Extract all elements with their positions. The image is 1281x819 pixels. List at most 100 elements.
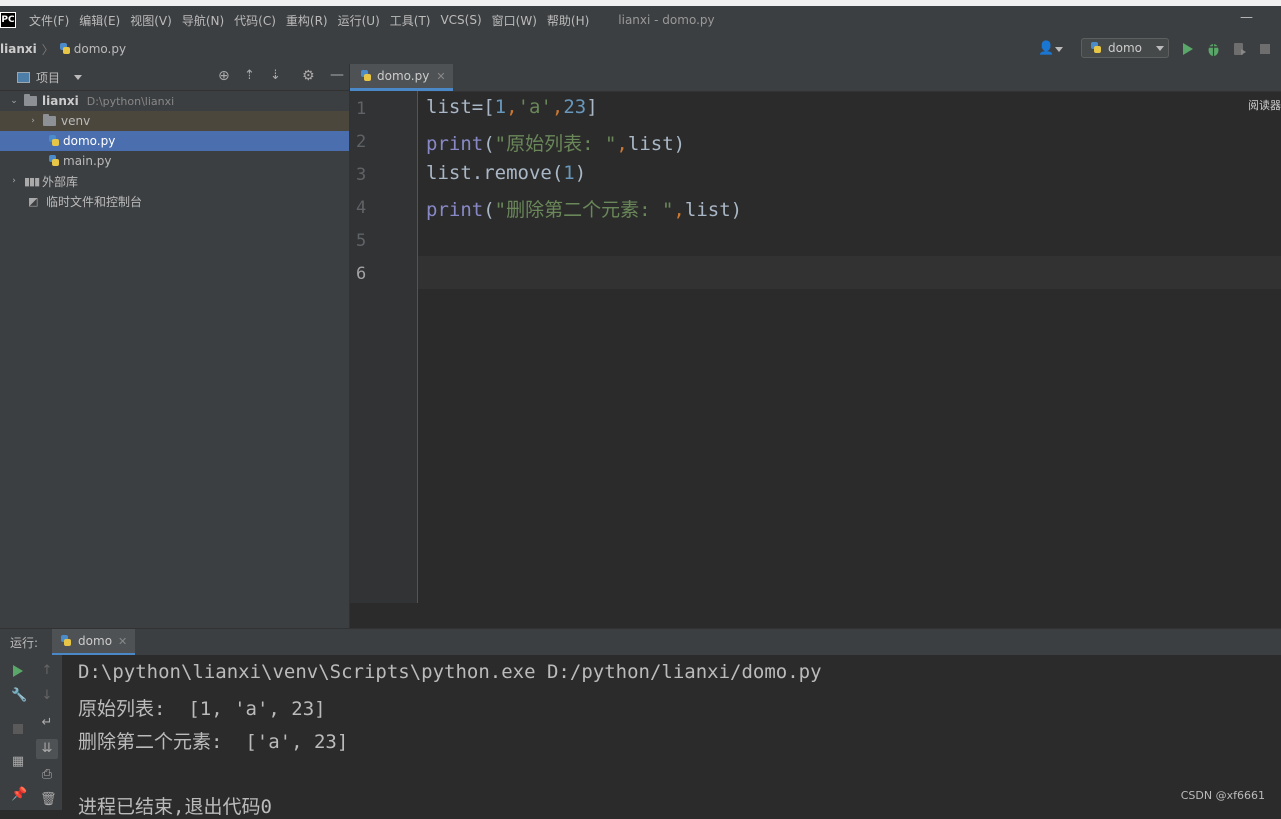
menu-window[interactable]: 窗口(W) — [487, 12, 542, 29]
project-panel-title[interactable]: 项目 — [36, 69, 60, 86]
tab-domo-py[interactable]: domo.py ✕ — [350, 64, 453, 91]
stop-icon[interactable] — [13, 724, 23, 734]
run-icon[interactable] — [1182, 42, 1194, 56]
line-number: 2 — [356, 132, 367, 152]
close-icon[interactable]: ✕ — [436, 70, 445, 83]
menu-refactor[interactable]: 重构(R) — [281, 12, 333, 29]
code-line-2[interactable]: print("原始列表: ",list) — [426, 129, 685, 156]
layout-icon[interactable]: ▦ — [11, 755, 25, 769]
minimize-icon[interactable]: — — [1240, 10, 1253, 25]
coverage-icon[interactable] — [1232, 41, 1247, 57]
code-token: 1 — [494, 96, 507, 118]
menu-edit[interactable]: 编辑(E) — [74, 12, 125, 29]
scratches-icon: ◩ — [28, 194, 39, 208]
collapse-all-icon[interactable]: ⇣ — [270, 68, 281, 83]
code-token: = — [471, 96, 484, 118]
line-number: 4 — [356, 198, 367, 218]
run-config-label: domo — [1108, 41, 1142, 55]
expand-all-icon[interactable]: ⇡ — [244, 68, 255, 83]
menu-file[interactable]: 文件(F) — [24, 12, 74, 29]
wrench-icon[interactable]: 🔧 — [11, 689, 27, 703]
run-panel-label: 运行: — [10, 636, 39, 650]
soft-wrap-icon[interactable]: ↵ — [40, 716, 54, 730]
menu-tools[interactable]: 工具(T) — [385, 12, 436, 29]
code-token: list.remove( — [426, 162, 564, 184]
python-file-icon — [60, 635, 72, 647]
stop-icon[interactable] — [1260, 44, 1270, 54]
project-view-dropdown-icon[interactable] — [74, 74, 83, 80]
code-token: "删除第二个元素: " — [494, 199, 674, 221]
project-panel-header: 项目 ⊕ ⇡ ⇣ ⚙ — — [0, 64, 349, 91]
tree-item-label: venv — [61, 114, 91, 128]
console-line: 进程已结束,退出代码0 — [78, 796, 272, 818]
line-number: 1 — [356, 99, 367, 119]
tree-item-path: D:\python\lianxi — [86, 94, 175, 108]
menu-help[interactable]: 帮助(H) — [542, 12, 594, 29]
hide-panel-icon[interactable]: — — [330, 67, 344, 83]
code-token: , — [616, 133, 628, 155]
run-config-select[interactable]: domo — [1081, 38, 1169, 58]
arrow-up-icon[interactable]: ↑ — [40, 664, 54, 678]
arrow-down-icon[interactable]: ↓ — [40, 689, 54, 703]
user-icon[interactable]: 👤 — [1038, 41, 1054, 56]
print-icon[interactable]: ⎙ — [40, 768, 54, 782]
code-token: ) — [673, 133, 686, 155]
code-line-4[interactable]: print("删除第二个元素: ",list) — [426, 195, 742, 222]
reader-mode-toggle[interactable]: 阅读器 — [1248, 97, 1281, 113]
navigation-bar: lianxi 〉 domo.py 👤 domo — [0, 34, 1281, 65]
code-line-3[interactable]: list.remove(1) — [426, 162, 586, 184]
scroll-to-end-icon[interactable]: ⇊ — [40, 742, 54, 756]
tree-item-label: domo.py — [63, 134, 116, 148]
breadcrumb-separator-icon: 〉 — [41, 42, 54, 57]
run-tab-domo[interactable]: domo ✕ — [52, 629, 136, 656]
debug-icon[interactable] — [1206, 41, 1221, 57]
menu-view[interactable]: 视图(V) — [125, 12, 177, 29]
breadcrumb-project[interactable]: lianxi — [0, 42, 37, 56]
tree-item-scratches[interactable]: ◩ 临时文件和控制台 — [0, 191, 349, 211]
folder-icon — [43, 114, 56, 126]
menu-run[interactable]: 运行(U) — [333, 12, 385, 29]
tree-item-domo[interactable]: domo.py — [0, 131, 349, 151]
line-number-gutter: 1 2 3 4 5 6 — [350, 91, 418, 603]
code-token: 'a' — [517, 96, 552, 118]
code-token: print — [426, 199, 484, 221]
user-dropdown-chevron-icon[interactable] — [1055, 47, 1063, 52]
menu-code[interactable]: 代码(C) — [229, 12, 281, 29]
python-file-icon — [1090, 42, 1102, 54]
locate-icon[interactable]: ⊕ — [218, 68, 230, 84]
breadcrumb-file[interactable]: domo.py — [59, 42, 126, 56]
code-editor: domo.py ✕ 1 2 3 4 5 6 list=[1,'a',23] pr… — [350, 64, 1281, 628]
console-line: 删除第二个元素: ['a', 23] — [78, 731, 349, 753]
tree-item-external-libs[interactable]: › ▮▮▮ 外部库 — [0, 171, 349, 191]
run-console[interactable]: D:\python\lianxi\venv\Scripts\python.exe… — [62, 655, 1281, 818]
tree-item-main[interactable]: main.py — [0, 151, 349, 171]
console-line: 原始列表: [1, 'a', 23] — [78, 698, 326, 720]
menu-bar: PC 文件(F) 编辑(E) 视图(V) 导航(N) 代码(C) 重构(R) 运… — [0, 6, 1281, 34]
watermark: CSDN @xf6661 — [1180, 789, 1265, 802]
editor-tab-bar: domo.py ✕ — [350, 64, 1281, 92]
run-toolbar: 🔧 ▦ 📌 ↑ ↓ ↵ ⇊ ⎙ 🗑 — [0, 655, 62, 810]
tree-item-venv[interactable]: › venv — [0, 111, 349, 131]
code-token: print — [426, 133, 484, 155]
menu-vcs[interactable]: VCS(S) — [435, 13, 486, 27]
rerun-icon[interactable] — [12, 664, 24, 678]
code-line-1[interactable]: list=[1,'a',23] — [426, 96, 598, 118]
code-token: ( — [483, 199, 495, 221]
code-token: 23 — [563, 96, 587, 118]
menu-navigate[interactable]: 导航(N) — [177, 12, 229, 29]
console-line: D:\python\lianxi\venv\Scripts\python.exe… — [78, 661, 822, 683]
python-file-icon — [48, 135, 60, 147]
code-token: [ — [483, 96, 495, 118]
close-icon[interactable]: ✕ — [118, 635, 127, 648]
gear-icon[interactable]: ⚙ — [302, 68, 315, 84]
tree-item-label: main.py — [63, 154, 112, 168]
python-file-icon — [360, 70, 372, 82]
trash-icon[interactable]: 🗑 — [40, 793, 57, 807]
pin-icon[interactable]: 📌 — [11, 788, 27, 802]
window-title: lianxi - domo.py — [618, 13, 715, 27]
chevron-down-icon[interactable]: ⌄ — [10, 96, 18, 106]
chevron-right-icon[interactable]: › — [10, 176, 18, 186]
chevron-right-icon[interactable]: › — [29, 116, 37, 126]
line-number: 3 — [356, 165, 367, 185]
tree-item-lianxi[interactable]: ⌄ lianxi D:\python\lianxi — [0, 91, 349, 111]
